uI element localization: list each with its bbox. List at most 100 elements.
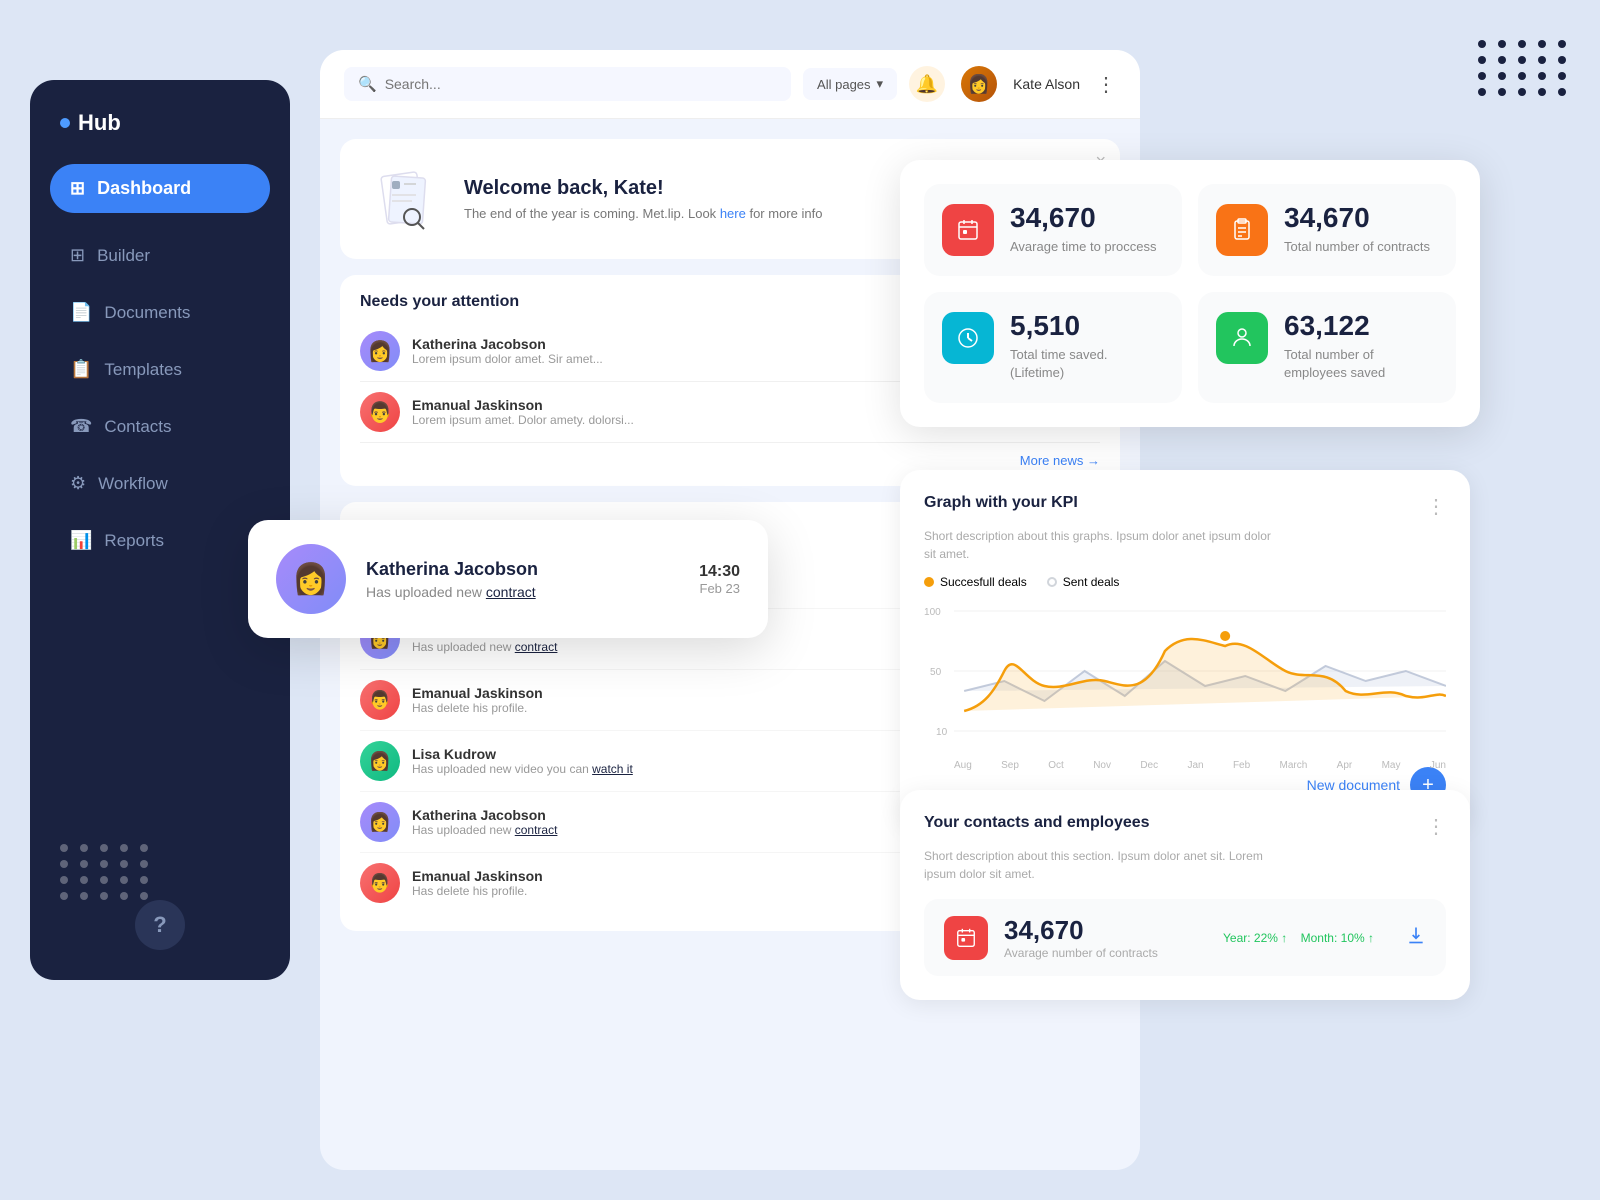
- stat-label: Total number of employees saved: [1284, 346, 1438, 382]
- sidebar-item-label: Reports: [104, 531, 164, 551]
- legend-label: Succesfull deals: [940, 575, 1027, 589]
- sidebar-logo: Hub: [50, 110, 270, 136]
- more-news-link[interactable]: More news →: [360, 453, 1100, 468]
- svg-text:50: 50: [930, 667, 942, 678]
- contact-stat-icon: [944, 916, 988, 960]
- reports-icon: 📊: [70, 530, 92, 551]
- pages-label: All pages: [817, 77, 870, 92]
- stats-overlay: 34,670 Avarage time to proccess 34,670 T…: [900, 160, 1480, 427]
- contacts-panel: Your contacts and employees ⋮ Short desc…: [900, 790, 1470, 1000]
- activity-popup: 👩 Katherina Jacobson Has uploaded new co…: [248, 520, 768, 638]
- avatar: 👩: [360, 741, 400, 781]
- sidebar-item-contacts[interactable]: ☎ Contacts: [50, 402, 270, 451]
- logo-text: Hub: [78, 110, 121, 136]
- stat-icon-clock: [942, 312, 994, 364]
- sidebar-item-workflow[interactable]: ⚙ Workflow: [50, 459, 270, 508]
- stat-label: Avarage time to proccess: [1010, 238, 1156, 256]
- kpi-description: Short description about this graphs. Ips…: [924, 527, 1284, 563]
- sidebar-item-label: Templates: [104, 360, 181, 380]
- sidebar-item-label: Contacts: [104, 417, 171, 437]
- contact-stat-number: 34,670: [1004, 915, 1158, 946]
- contacts-stat-card: 34,670 Avarage number of contracts Year:…: [924, 899, 1446, 976]
- avatar: 👨: [360, 680, 400, 720]
- bell-icon: 🔔: [916, 74, 938, 95]
- avatar: 👩: [360, 802, 400, 842]
- templates-icon: 📋: [70, 359, 92, 380]
- stat-number: 34,670: [1284, 204, 1430, 232]
- stat-number: 63,122: [1284, 312, 1438, 340]
- welcome-text: Welcome back, Kate! The end of the year …: [464, 177, 822, 221]
- popup-contract-link[interactable]: contract: [486, 584, 536, 600]
- popup-avatar: 👩: [276, 544, 346, 614]
- popup-time: 14:30: [699, 563, 740, 581]
- search-icon: 🔍: [358, 75, 377, 93]
- sidebar-item-label: Workflow: [98, 474, 168, 494]
- sidebar-item-templates[interactable]: 📋 Templates: [50, 345, 270, 394]
- documents-icon: 📄: [70, 302, 92, 323]
- chart-x-labels: Aug Sep Oct Nov Dec Jan Feb March Apr Ma…: [924, 760, 1446, 771]
- help-label: ?: [153, 912, 166, 938]
- popup-desc: Has uploaded new contract: [366, 584, 679, 600]
- download-button[interactable]: [1406, 925, 1426, 951]
- notification-button[interactable]: 🔔: [909, 66, 945, 102]
- legend-sent: Sent deals: [1047, 575, 1120, 589]
- sidebar-item-documents[interactable]: 📄 Documents: [50, 288, 270, 337]
- stat-number: 34,670: [1010, 204, 1156, 232]
- contacts-icon: ☎: [70, 416, 92, 437]
- contact-stat-label: Avarage number of contracts: [1004, 946, 1158, 960]
- stat-card-time: 34,670 Avarage time to proccess: [924, 184, 1182, 276]
- stat-card-employees: 63,122 Total number of employees saved: [1198, 292, 1456, 402]
- stat-card-contracts: 34,670 Total number of contracts: [1198, 184, 1456, 276]
- pages-selector[interactable]: All pages ▾: [803, 68, 897, 100]
- kpi-chart: 100 50 10 Aug Sep Oct Nov Dec Jan Feb Ma…: [924, 601, 1446, 751]
- contract-link[interactable]: contract: [515, 640, 558, 654]
- header-right: 🔔 👩 Kate Alson ⋮: [909, 66, 1116, 102]
- stat-label: Total time saved. (Lifetime): [1010, 346, 1164, 382]
- kpi-panel: Graph with your KPI ⋮ Short description …: [900, 470, 1470, 827]
- stat-label: Total number of contracts: [1284, 238, 1430, 256]
- stats-grid: 34,670 Avarage time to proccess 34,670 T…: [924, 184, 1456, 403]
- contacts-more-button[interactable]: ⋮: [1426, 814, 1446, 839]
- kpi-title: Graph with your KPI: [924, 494, 1078, 512]
- svg-text:100: 100: [924, 607, 941, 618]
- sidebar-item-reports[interactable]: 📊 Reports: [50, 516, 270, 565]
- decorative-dots-right: [1478, 40, 1570, 96]
- avatar: 👨: [360, 392, 400, 432]
- user-name: Kate Alson: [1013, 76, 1080, 92]
- workflow-icon: ⚙: [70, 473, 86, 494]
- stat-icon-user: [1216, 312, 1268, 364]
- stat-icon-calendar: [942, 204, 994, 256]
- welcome-description: The end of the year is coming. Met.lip. …: [464, 206, 822, 221]
- kpi-header: Graph with your KPI ⋮: [924, 494, 1446, 519]
- contacts-title: Your contacts and employees: [924, 814, 1150, 832]
- dashboard-icon: ⊞: [70, 178, 85, 199]
- welcome-title: Welcome back, Kate!: [464, 177, 822, 200]
- welcome-link[interactable]: here: [720, 206, 746, 221]
- month-change: Month: 10% ↑: [1301, 931, 1374, 945]
- sidebar-item-builder[interactable]: ⊞ Builder: [50, 231, 270, 280]
- search-box[interactable]: 🔍: [344, 67, 791, 101]
- contacts-description: Short description about this section. Ip…: [924, 847, 1284, 883]
- avatar: 👩: [360, 331, 400, 371]
- contract-link[interactable]: contract: [515, 823, 558, 837]
- chevron-down-icon: ▾: [877, 76, 884, 92]
- sidebar-item-label: Builder: [97, 246, 150, 266]
- avatar: 👩: [961, 66, 997, 102]
- header: 🔍 All pages ▾ 🔔 👩 Kate Alson ⋮: [320, 50, 1140, 119]
- stat-icon-clipboard: [1216, 204, 1268, 256]
- avatar: 👨: [360, 863, 400, 903]
- contact-stat-meta: Year: 22% ↑ Month: 10% ↑: [1223, 931, 1374, 945]
- sidebar-item-dashboard[interactable]: ⊞ Dashboard: [50, 164, 270, 213]
- watch-link[interactable]: watch it: [592, 762, 633, 776]
- legend-label: Sent deals: [1063, 575, 1120, 589]
- help-button[interactable]: ?: [135, 900, 185, 950]
- search-input[interactable]: [385, 76, 585, 92]
- kpi-more-button[interactable]: ⋮: [1426, 494, 1446, 519]
- kpi-legend: Succesfull deals Sent deals: [924, 575, 1446, 589]
- dashboard-label: Dashboard: [97, 178, 191, 199]
- legend-dot-sent: [1047, 577, 1057, 587]
- more-menu-icon[interactable]: ⋮: [1096, 72, 1116, 97]
- contacts-header: Your contacts and employees ⋮: [924, 814, 1446, 839]
- sidebar-item-label: Documents: [104, 303, 190, 323]
- popup-date: Feb 23: [699, 581, 740, 596]
